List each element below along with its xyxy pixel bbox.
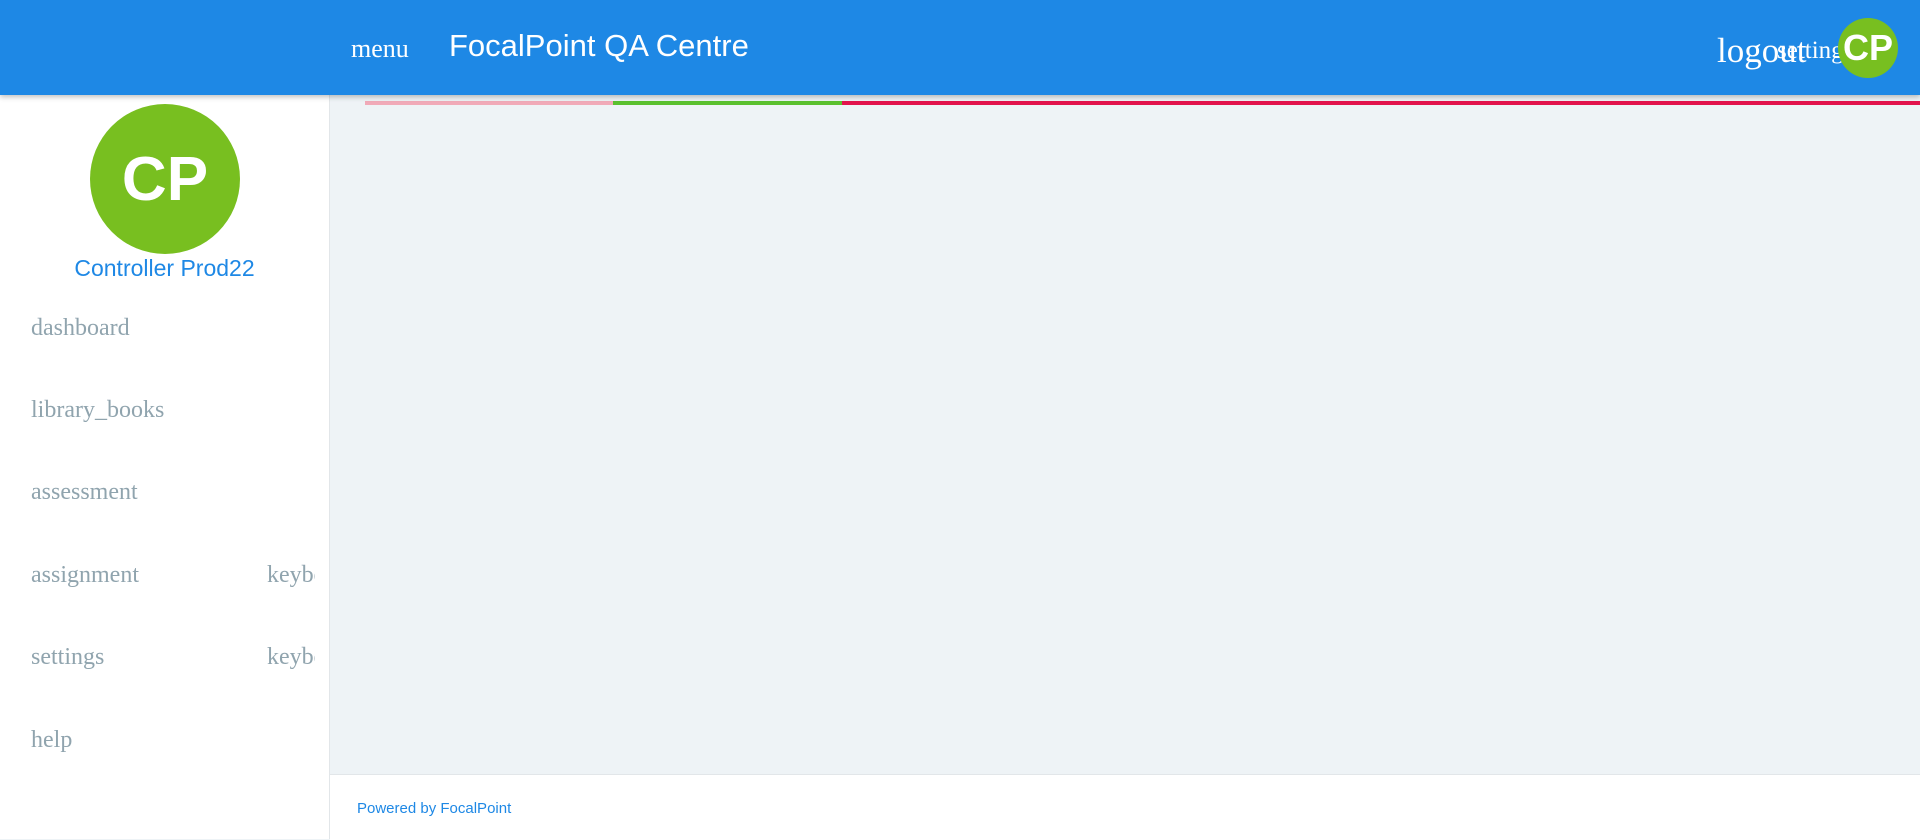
main-content: [330, 105, 1920, 774]
dashboard-icon: dashboard: [31, 315, 130, 341]
footer: Powered by FocalPoint: [330, 774, 1920, 840]
assessment-icon: assessment: [31, 479, 138, 505]
app-title: FocalPoint QA Centre: [449, 28, 749, 63]
sidebar-avatar: CP: [90, 104, 240, 254]
assignment-icon: assignment: [31, 562, 139, 588]
sidebar-item-library[interactable]: library_books: [0, 397, 329, 457]
user-avatar-button[interactable]: CP: [1838, 18, 1898, 78]
sidebar: CP Controller Prod22 dashboard library_b…: [0, 95, 330, 839]
user-name[interactable]: Controller Prod22: [0, 255, 329, 282]
chevron-right-icon: keyboard_arrow_right: [267, 562, 315, 588]
top-app-bar: menu FocalPoint QA Centre logout setting…: [0, 0, 1920, 95]
sidebar-item-help[interactable]: help: [0, 727, 329, 787]
library-books-icon: library_books: [31, 397, 165, 423]
help-icon: help: [31, 727, 73, 753]
settings-icon: settings: [31, 644, 105, 670]
powered-by-link[interactable]: Powered by FocalPoint: [357, 800, 511, 817]
sidebar-item-dashboard[interactable]: dashboard: [0, 315, 329, 375]
sidebar-item-assignment[interactable]: assignment keyboard_arrow_right: [0, 562, 329, 622]
sidebar-item-settings[interactable]: settings keyboard_arrow_right: [0, 644, 329, 704]
sidebar-item-assessment[interactable]: assessment: [0, 479, 329, 539]
chevron-right-icon: keyboard_arrow_right: [267, 644, 315, 670]
menu-button[interactable]: menu: [351, 34, 409, 64]
